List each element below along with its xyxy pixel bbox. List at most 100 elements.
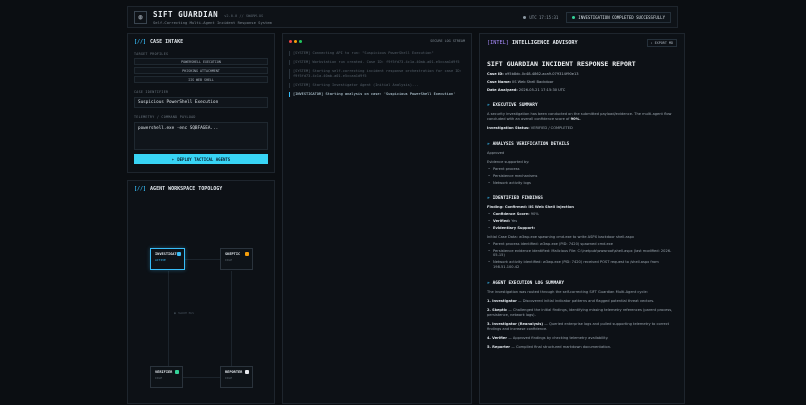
profile-webshell-button[interactable]: IIS WEB SHELL (134, 76, 268, 83)
section-title: AGENT EXECUTION LOG SUMMARY (492, 280, 565, 286)
app-title: SIFT GUARDIAN (153, 9, 219, 19)
node-investigator[interactable]: INVESTIGATOR ACTIVE (150, 248, 185, 270)
meta-value: IIS Web Shell Backdoor (512, 80, 554, 84)
agent-topology-panel: [//] AGENT WORKSPACE TOPOLOGY ● SWARM BU… (127, 180, 275, 404)
executive-summary-text: A security investigation has been conduc… (487, 112, 677, 122)
execution-step: 2. Skeptic — Challenged the initial find… (487, 308, 677, 318)
intel-tag: [INTEL] (487, 40, 509, 46)
execution-step: 3. Investigator (Reanalysis) — Queried e… (487, 322, 677, 332)
finding-head: Finding: Confirmed: IIS Web Shell Inject… (487, 205, 677, 210)
log-stream-title: SECURE LOG STREAM (430, 39, 465, 43)
chevron-right-icon: » (487, 142, 490, 147)
title-text: AGENT WORKSPACE TOPOLOGY (150, 186, 223, 192)
step-key: 3. Investigator (Reanalysis) (487, 321, 544, 326)
log-line: [SYSTEM] Connecting API to run: "Suspici… (289, 51, 465, 56)
log-line-active: [INVESTIGATOR] Starting analysis on case… (289, 92, 465, 97)
support-item: Parent process (487, 167, 677, 172)
node-verifier[interactable]: VERIFIER IDLE (150, 366, 183, 388)
execution-step: 5. Reporter — Compiled final structured … (487, 345, 677, 350)
status-label: Investigation Status: (487, 126, 530, 130)
status-dot-icon (572, 15, 576, 19)
intelligence-advisory-panel[interactable]: [INTEL] INTELLIGENCE ADVISORY ⇩ EXPORT M… (479, 33, 685, 404)
node-reporter[interactable]: REPORTER IDLE (220, 366, 253, 388)
log-line: [SYSTEM] Workstation run created. Case I… (289, 60, 465, 65)
step-value: — Compiled final structured markdown doc… (511, 344, 612, 349)
step-key: 4. Verifier (487, 335, 508, 340)
finding-bullet: Parent process identified: w3wp.exe (PID… (487, 242, 677, 247)
step-key: 1. Investigator (487, 298, 517, 303)
meta-key: Case ID: (487, 72, 504, 76)
node-skeptic[interactable]: SKEPTIC IDLE (220, 248, 253, 270)
clock-dot-icon (523, 15, 527, 19)
payload-label: TELEMETRY / COMMAND PAYLOAD (134, 115, 196, 119)
app-version: v2.0.0 // SWARM-OS (224, 13, 264, 18)
finding-attr: Confidence Score: 90% (487, 212, 677, 217)
window-controls (289, 39, 302, 43)
bus-dot-icon: ● (174, 311, 176, 315)
document-icon (245, 370, 249, 374)
chevron-right-icon: » (487, 103, 490, 108)
topology-link (168, 271, 169, 366)
support-item: Network activity logs (487, 181, 677, 186)
profile-powershell-button[interactable]: POWERSHELL EXECUTION (134, 58, 268, 65)
attr-value: 90% (530, 212, 539, 217)
topology-link (185, 259, 225, 260)
status-badge: INVESTIGATION COMPLETED SUCCESSFULLY (566, 11, 671, 23)
swarm-bus-text: SWARM BUS (177, 311, 195, 315)
case-name-row: Case Name: IIS Web Shell Backdoor (487, 80, 677, 84)
finding-bullet: Network activity identified: w3wp.exe (P… (487, 260, 677, 270)
log-stream-panel: SECURE LOG STREAM [SYSTEM] Connecting AP… (282, 33, 472, 404)
title-prefix: [//] (134, 39, 147, 45)
execution-step: 1. Investigator — Discovered initial ind… (487, 299, 677, 304)
shield-logo-icon: ◍ (134, 10, 147, 24)
target-profiles-label: TARGET PROFILES (134, 52, 169, 56)
topology-title: [//] AGENT WORKSPACE TOPOLOGY (134, 186, 268, 192)
executive-summary-heading: » EXECUTIVE SUMMARY (487, 103, 677, 108)
status-value: VERIFIED / COMPLETED (530, 126, 573, 130)
rocket-icon: ➤ (171, 156, 175, 162)
support-item: Persistence mechanisms (487, 174, 677, 179)
advisory-header: [INTEL] INTELLIGENCE ADVISORY ⇩ EXPORT M… (487, 39, 677, 47)
step-key: 5. Reporter (487, 344, 511, 349)
investigation-status: Investigation Status: VERIFIED / COMPLET… (487, 126, 677, 131)
attr-key: Verified: (493, 219, 511, 224)
advisory-title: [INTEL] INTELLIGENCE ADVISORY (487, 40, 578, 46)
verification-status: Approved (487, 151, 505, 155)
date-analyzed-row: Date Analyzed: 2026-05-21 17:15:30 UTC (487, 88, 677, 92)
finding-attr: Verified: Yes (487, 219, 677, 224)
download-icon: ⇩ (650, 41, 653, 45)
meta-key: Case Name: (487, 80, 511, 84)
close-dot-icon (289, 39, 292, 43)
title-block: SIFT GUARDIAN v2.0.0 // SWARM-OS Self-Co… (153, 10, 272, 25)
app-root: ◍ SIFT GUARDIAN v2.0.0 // SWARM-OS Self-… (0, 0, 806, 405)
status-text: INVESTIGATION COMPLETED SUCCESSFULLY (578, 14, 665, 20)
case-intake-panel: [//] CASE INTAKE TARGET PROFILES POWERSH… (127, 33, 275, 173)
meta-value: 2026-05-21 17:15:30 UTC (518, 88, 566, 92)
case-id-row: Case ID: a95b8dc-0c48-4862-aca9-079314f9… (487, 72, 677, 76)
section-title: IDENTIFIED FINDINGS (492, 196, 543, 202)
log-line: [SYSTEM] Starting Investigator Agent (In… (289, 83, 465, 88)
attr-key: Confidence Score: (493, 212, 530, 217)
section-title: EXECUTIVE SUMMARY (492, 103, 538, 108)
meta-key: Date Analyzed: (487, 88, 518, 92)
verification-heading: » ANALYSIS VERIFICATION DETAILS (487, 142, 677, 147)
payload-textarea[interactable]: powershell.exe -enc SQBFAGEA... (134, 122, 268, 150)
log-line: [SYSTEM] Starting self-correcting incide… (289, 69, 465, 79)
export-md-button[interactable]: ⇩ EXPORT MD (646, 39, 677, 47)
profile-phishing-button[interactable]: PHISHING ATTACHMENT (134, 67, 268, 74)
attr-key: Evidentiary Support: (493, 225, 536, 230)
deploy-agents-button[interactable]: ➤ DEPLOY TACTICAL AGENTS (134, 154, 268, 164)
finding-attr: Evidentiary Support: (487, 226, 677, 231)
topology-link (231, 271, 232, 366)
finding-head-text: Finding: Confirmed: IIS Web Shell Inject… (487, 205, 574, 210)
execution-log-heading: » AGENT EXECUTION LOG SUMMARY (487, 281, 677, 286)
step-value: — Discovered initial indicator patterns … (518, 298, 655, 303)
execution-step: 4. Verifier — Approved findings by check… (487, 336, 677, 341)
finding-bullet: Persistence evidence identified: Malicio… (487, 249, 677, 259)
swarm-bus-label: ● SWARM BUS (174, 311, 194, 315)
finding-text: Initial Case Data: w3wp.exe spawning cmd… (487, 234, 635, 239)
log-stream-header: SECURE LOG STREAM (289, 39, 465, 43)
check-icon (175, 370, 179, 374)
case-identifier-input[interactable]: Suspicious PowerShell Execution (134, 97, 268, 108)
node-state: IDLE (155, 376, 163, 380)
